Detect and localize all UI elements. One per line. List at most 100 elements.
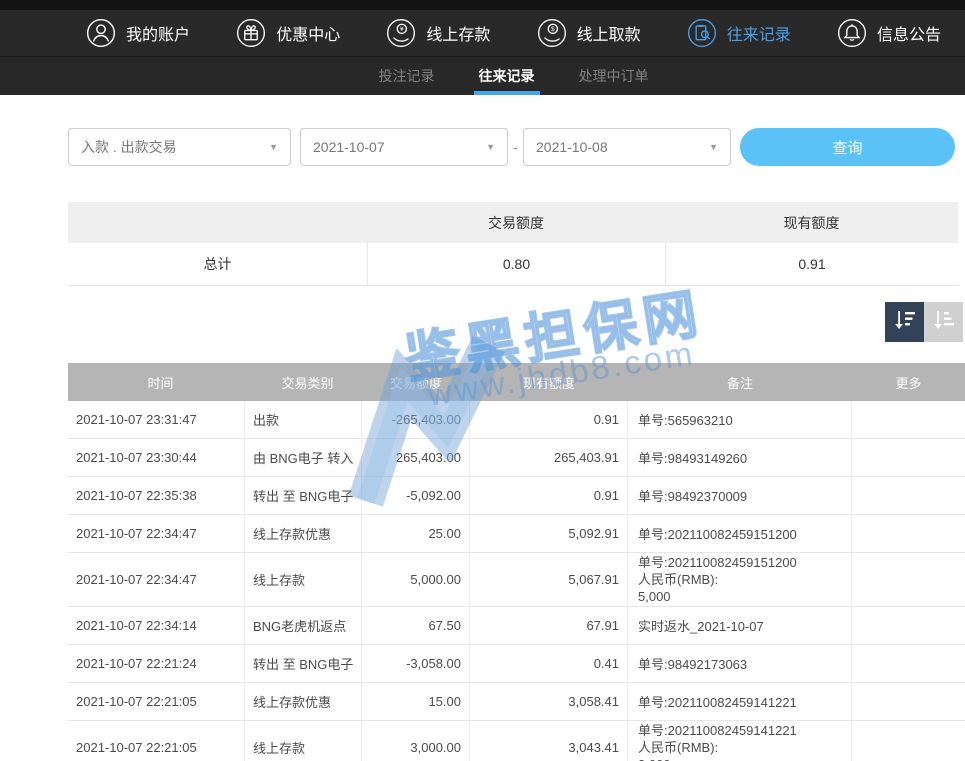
tab-processing-orders[interactable]: 处理中订单 — [574, 57, 654, 95]
chevron-down-icon: ▼ — [269, 142, 278, 152]
balance-cell: 5,067.91 — [470, 553, 628, 606]
selected-value: 2021-10-08 — [536, 139, 608, 155]
more-cell[interactable] — [852, 515, 965, 552]
type-cell: 线上存款优惠 — [245, 515, 362, 552]
table-row: 2021-10-07 22:34:47 线上存款优惠 25.00 5,092.9… — [68, 515, 965, 553]
sub-nav: 投注记录 往来记录 处理中订单 — [0, 57, 965, 95]
remark-line: 人民币(RMB): — [638, 739, 797, 756]
summary-header-transaction: 交易额度 — [367, 213, 665, 233]
remark-cell: 实时返水_2021-10-07 — [628, 607, 852, 644]
top-strip — [0, 0, 965, 10]
date-to-select[interactable]: 2021-10-08 ▼ — [523, 128, 731, 166]
search-button[interactable]: 查询 — [740, 128, 955, 166]
time-cell: 2021-10-07 22:21:24 — [68, 645, 245, 682]
tab-betting-records[interactable]: 投注记录 — [374, 57, 440, 95]
more-cell[interactable] — [852, 439, 965, 476]
header-balance: 现有额度 — [470, 373, 628, 392]
balance-cell: 265,403.91 — [470, 439, 628, 476]
filter-row: 入款 . 出款交易 ▼ 2021-10-07 ▼ - 2021-10-08 ▼ … — [68, 128, 965, 166]
balance-cell: 0.91 — [470, 477, 628, 514]
balance-cell: 3,058.41 — [470, 683, 628, 720]
remark-line: 5,000 — [638, 588, 797, 605]
date-from-select[interactable]: 2021-10-07 ▼ — [300, 128, 508, 166]
amount-cell: 67.50 — [362, 607, 470, 644]
sort-ascending-button[interactable] — [924, 302, 963, 342]
type-cell: 线上存款 — [245, 553, 362, 606]
type-cell: 转出 至 BNG电子 — [245, 477, 362, 514]
balance-cell: 0.41 — [470, 645, 628, 682]
more-cell[interactable] — [852, 553, 965, 606]
sort-controls — [68, 302, 963, 342]
table-row: 2021-10-07 22:21:05 线上存款优惠 15.00 3,058.4… — [68, 683, 965, 721]
type-cell: 线上存款 — [245, 721, 362, 761]
table-row: 2021-10-07 22:34:14 BNG老虎机返点 67.50 67.91… — [68, 607, 965, 645]
table-row: 2021-10-07 22:21:24 转出 至 BNG电子 -3,058.00… — [68, 645, 965, 683]
table-header-row: 时间 交易类别 交易额度 现有额度 备注 更多 — [68, 363, 965, 401]
amount-cell: 15.00 — [362, 683, 470, 720]
transaction-type-select[interactable]: 入款 . 出款交易 ▼ — [68, 128, 291, 166]
time-cell: 2021-10-07 22:34:14 — [68, 607, 245, 644]
type-cell: 出款 — [245, 401, 362, 438]
more-cell[interactable] — [852, 401, 965, 438]
remark-cell: 单号:98492370009 — [628, 477, 852, 514]
svg-text:$: $ — [551, 26, 555, 33]
remark-line: 单号:202110082459151200 — [638, 554, 797, 571]
remark-line: 单号:202110082459141221 — [638, 722, 797, 739]
nav-item-deposit[interactable]: ¥ 线上存款 — [386, 18, 490, 48]
tab-label: 投注记录 — [379, 66, 435, 86]
summary-transaction-total: 0.80 — [367, 243, 665, 285]
time-cell: 2021-10-07 22:21:05 — [68, 683, 245, 720]
balance-cell: 5,092.91 — [470, 515, 628, 552]
nav-item-withdraw[interactable]: $ 线上取款 — [537, 18, 641, 48]
amount-cell: -5,092.00 — [362, 477, 470, 514]
selected-value: 2021-10-07 — [313, 139, 385, 155]
header-time: 时间 — [68, 373, 245, 392]
nav-item-label: 信息公告 — [877, 21, 941, 45]
main-nav: 我的账户 优惠中心 ¥ 线上存款 $ 线上取款 往来记录 信息公告 — [0, 10, 965, 57]
tab-transaction-records[interactable]: 往来记录 — [474, 57, 540, 95]
deposit-icon: ¥ — [386, 18, 416, 48]
chevron-down-icon: ▼ — [709, 142, 718, 152]
amount-cell: -265,403.00 — [362, 401, 470, 438]
nav-item-label: 线上取款 — [577, 21, 641, 45]
content-area: 入款 . 出款交易 ▼ 2021-10-07 ▼ - 2021-10-08 ▼ … — [0, 128, 965, 761]
time-cell: 2021-10-07 22:34:47 — [68, 515, 245, 552]
nav-item-announcements[interactable]: 信息公告 — [837, 18, 941, 48]
table-row: 2021-10-07 23:30:44 由 BNG电子 转入 265,403.0… — [68, 439, 965, 477]
type-cell: 转出 至 BNG电子 — [245, 645, 362, 682]
remark-cell: 单号:565963210 — [628, 401, 852, 438]
summary-balance-total: 0.91 — [665, 243, 958, 285]
more-cell[interactable] — [852, 645, 965, 682]
nav-item-records[interactable]: 往来记录 — [687, 18, 791, 48]
remark-cell: 单号:202110082459141221 人民币(RMB): 3,000 — [628, 721, 852, 761]
transactions-table: 时间 交易类别 交易额度 现有额度 备注 更多 2021-10-07 23:31… — [68, 363, 965, 761]
records-icon — [687, 18, 717, 48]
nav-item-my-account[interactable]: 我的账户 — [86, 18, 190, 48]
amount-cell: 25.00 — [362, 515, 470, 552]
nav-item-label: 线上存款 — [426, 21, 490, 45]
remark-cell: 单号:202110082459151200 人民币(RMB): 5,000 — [628, 553, 852, 606]
sort-descending-button[interactable] — [885, 302, 924, 342]
amount-cell: 265,403.00 — [362, 439, 470, 476]
table-row: 2021-10-07 22:21:05 线上存款 3,000.00 3,043.… — [68, 721, 965, 761]
more-cell[interactable] — [852, 683, 965, 720]
nav-item-label: 往来记录 — [727, 21, 791, 45]
summary-header-balance: 现有额度 — [665, 213, 958, 233]
summary-total-row: 总计 0.80 0.91 — [68, 243, 958, 286]
selected-value: 入款 . 出款交易 — [81, 137, 177, 157]
header-amount: 交易额度 — [362, 373, 470, 392]
time-cell: 2021-10-07 22:21:05 — [68, 721, 245, 761]
type-cell: BNG老虎机返点 — [245, 607, 362, 644]
remark-cell: 单号:202110082459141221 — [628, 683, 852, 720]
more-cell[interactable] — [852, 721, 965, 761]
tab-label: 处理中订单 — [579, 66, 649, 86]
summary-total-label: 总计 — [68, 254, 367, 274]
balance-cell: 67.91 — [470, 607, 628, 644]
summary-table: 交易额度 现有额度 总计 0.80 0.91 — [68, 202, 958, 286]
more-cell[interactable] — [852, 607, 965, 644]
more-cell[interactable] — [852, 477, 965, 514]
time-cell: 2021-10-07 22:34:47 — [68, 553, 245, 606]
nav-item-promotions[interactable]: 优惠中心 — [236, 18, 340, 48]
table-row: 2021-10-07 22:35:38 转出 至 BNG电子 -5,092.00… — [68, 477, 965, 515]
amount-cell: -3,058.00 — [362, 645, 470, 682]
